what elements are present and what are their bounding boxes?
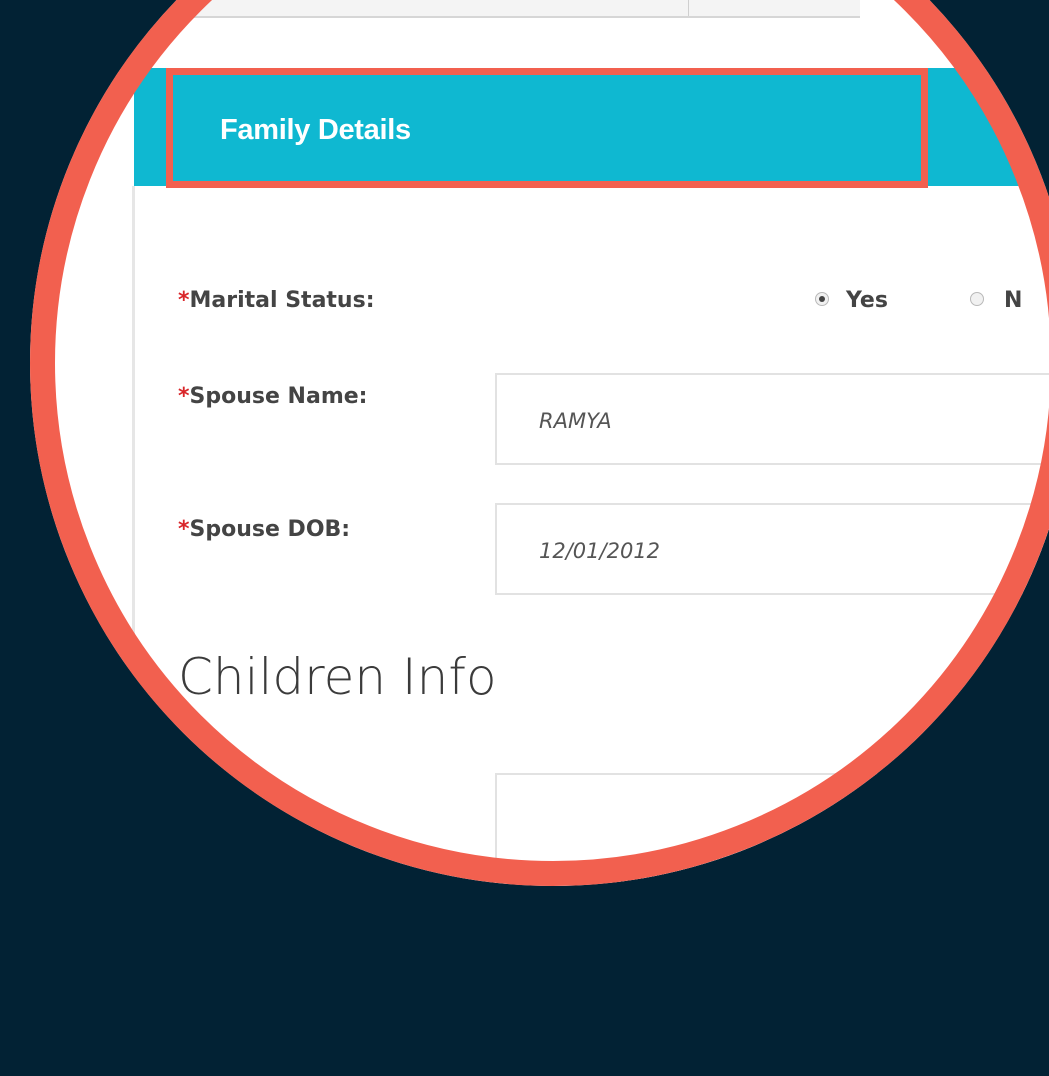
required-marker: * bbox=[178, 288, 190, 313]
required-marker: * bbox=[178, 384, 190, 409]
spouse-dob-label: *Spouse DOB: bbox=[178, 517, 350, 542]
magnifier-lens: Family Details *Marital Status: Yes N *S… bbox=[30, 0, 1049, 886]
spouse-name-label: *Spouse Name: bbox=[178, 384, 367, 409]
children-info-heading: Children Info bbox=[178, 648, 497, 706]
marital-status-text: Marital Status: bbox=[189, 288, 375, 313]
spouse-dob-text: Spouse DOB: bbox=[189, 517, 351, 542]
marital-yes-label: Yes bbox=[846, 288, 888, 313]
spouse-name-value: RAMYA bbox=[539, 409, 612, 433]
tab-divider bbox=[688, 0, 689, 16]
marital-no-label: N bbox=[1004, 288, 1023, 313]
child-input[interactable] bbox=[495, 773, 1049, 883]
highlight-annotation bbox=[166, 68, 928, 188]
spouse-name-input[interactable]: RAMYA bbox=[495, 373, 1049, 465]
zoomed-form: Family Details *Marital Status: Yes N *S… bbox=[30, 0, 1049, 886]
spouse-name-text: Spouse Name: bbox=[189, 384, 368, 409]
top-tab-bar bbox=[180, 0, 860, 18]
panel-left-border bbox=[132, 186, 135, 706]
spouse-dob-value: 12/01/2012 bbox=[539, 539, 661, 563]
marital-no-radio[interactable] bbox=[970, 292, 984, 306]
spouse-dob-input[interactable]: 12/01/2012 bbox=[495, 503, 1049, 595]
marital-yes-radio[interactable] bbox=[815, 292, 829, 306]
marital-status-label: *Marital Status: bbox=[178, 288, 375, 313]
required-marker: * bbox=[178, 517, 190, 542]
